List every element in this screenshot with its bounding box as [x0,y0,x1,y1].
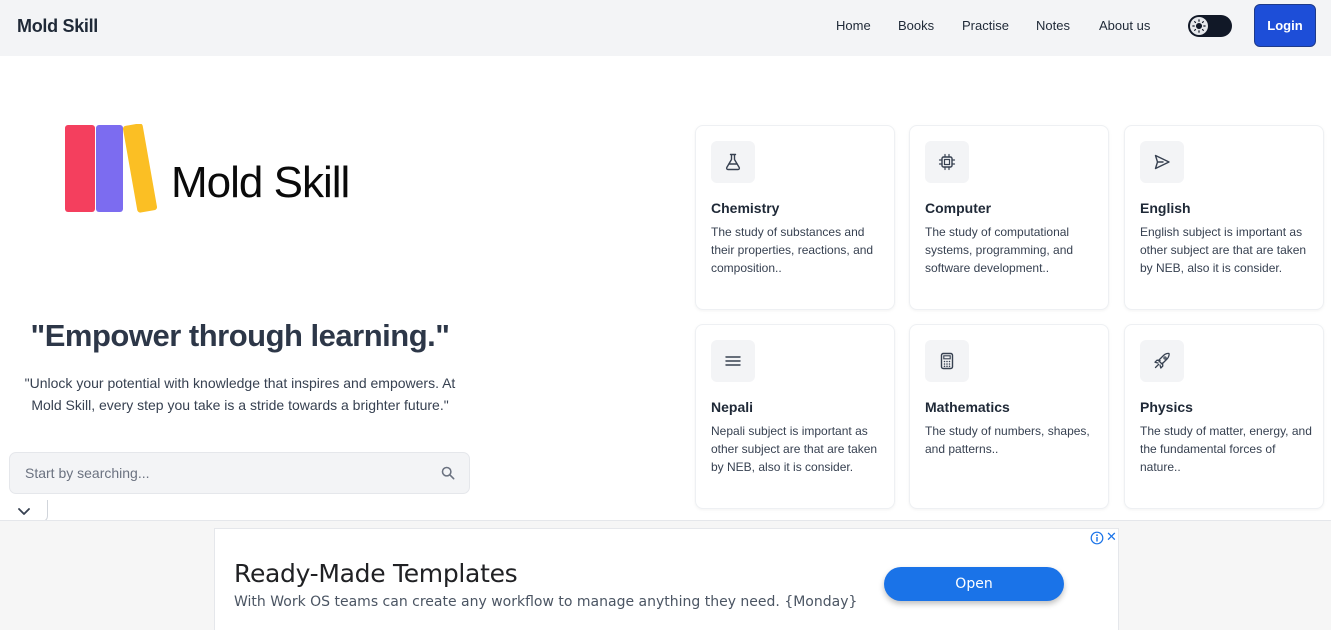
hero-subtitle: "Unlock your potential with knowledge th… [24,375,456,413]
subject-card-physics[interactable]: Physics The study of matter, energy, and… [1124,324,1324,509]
menu-lines-icon [711,340,755,382]
sun-icon [1190,17,1208,35]
rocket-icon [1140,340,1184,382]
search-icon[interactable] [441,466,455,480]
card-title: Mathematics [925,399,1010,415]
card-title: Chemistry [711,200,780,216]
collapse-toggle[interactable] [0,500,48,522]
mold-skill-logo: Mold Skill [64,120,404,220]
subject-card-chemistry[interactable]: Chemistry The study of substances and th… [695,125,895,310]
nav-notes-link[interactable]: Notes [1036,18,1070,33]
cpu-chip-icon [925,141,969,183]
subject-card-computer[interactable]: Computer The study of computational syst… [909,125,1109,310]
theme-toggle[interactable] [1188,15,1232,37]
nav-books-link[interactable]: Books [898,18,934,33]
nav-about-link[interactable]: About us [1099,18,1150,33]
card-description: The study of substances and their proper… [711,225,874,275]
card-description: The study of matter, energy, and the fun… [1140,424,1312,474]
card-description: The study of numbers, shapes, and patter… [925,424,1090,456]
search-input[interactable] [10,453,430,493]
chevron-down-icon [17,507,30,515]
flask-icon [711,141,755,183]
navbar: Mold Skill Home Books Practise Notes Abo… [0,0,1331,56]
nav-home-link[interactable]: Home [836,18,871,33]
nav-practise-link[interactable]: Practise [962,18,1009,33]
ad-open-button[interactable]: Open [884,567,1064,601]
calculator-icon [925,340,969,382]
card-title: English [1140,200,1191,216]
search-box [9,452,470,494]
card-title: Physics [1140,399,1193,415]
ad-title[interactable]: Ready-Made Templates [234,559,518,588]
subject-card-english[interactable]: English English subject is important as … [1124,125,1324,310]
nav-links: Home Books Practise Notes About us [0,18,1331,38]
card-description: English subject is important as other su… [1140,225,1307,275]
ad-banner[interactable]: ✕ Ready-Made Templates With Work OS team… [214,528,1119,630]
ad-info-icon[interactable] [1090,531,1104,545]
subject-card-mathematics[interactable]: Mathematics The study of numbers, shapes… [909,324,1109,509]
card-title: Computer [925,200,992,216]
logo-text: Mold Skill [171,158,350,207]
ad-close-icon[interactable]: ✕ [1106,530,1117,544]
hero-title: "Empower through learning." [30,318,450,353]
books-logo-icon [65,124,158,213]
login-button[interactable]: Login [1254,4,1316,47]
card-description: The study of computational systems, prog… [925,225,1074,275]
paper-plane-icon [1140,141,1184,183]
subject-card-nepali[interactable]: Nepali Nepali subject is important as ot… [695,324,895,509]
ad-subtitle: With Work OS teams can create any workfl… [234,594,858,610]
card-description: Nepali subject is important as other sub… [711,424,878,474]
card-title: Nepali [711,399,754,415]
